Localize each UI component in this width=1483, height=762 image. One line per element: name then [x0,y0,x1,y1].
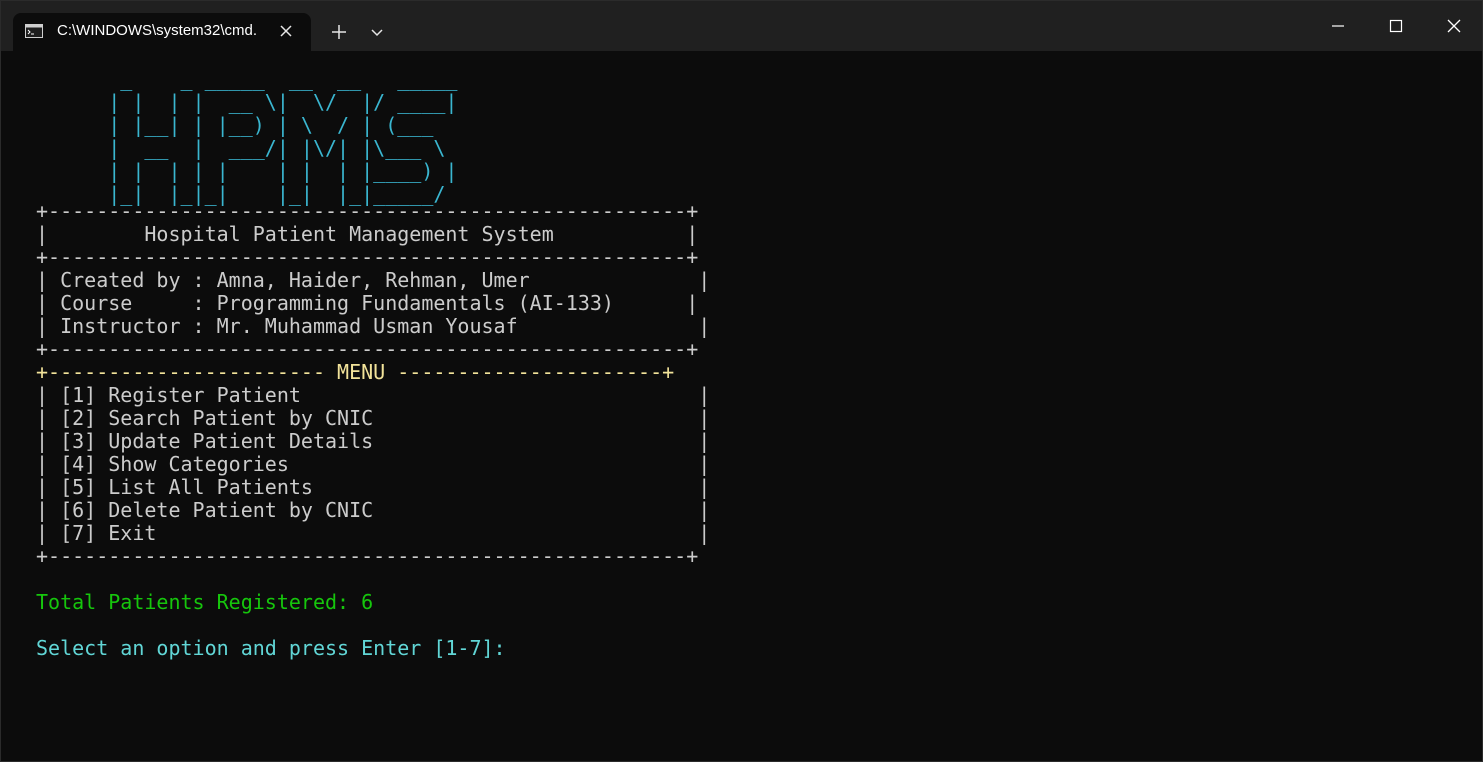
box-border-divider: +---------------------------------------… [36,245,699,269]
minimize-icon[interactable] [1309,1,1367,51]
logo-line: | | | | __ \| \/ |/ ____| [36,90,458,114]
terminal-window: C:\WINDOWS\system32\cmd. _ _ _____ __ __… [0,0,1483,762]
created-by-line: | Created by : Amna, Haider, Rehman, Ume… [36,268,711,292]
tab-cmd[interactable]: C:\WINDOWS\system32\cmd. [13,13,311,51]
close-icon[interactable] [277,22,295,40]
title-bar[interactable]: C:\WINDOWS\system32\cmd. [1,1,1482,51]
menu-item: | [2] Search Patient by CNIC | [36,406,711,430]
menu-item: | [3] Update Patient Details | [36,429,711,453]
menu-item: | [7] Exit | [36,521,711,545]
menu-item: | [6] Delete Patient by CNIC | [36,498,711,522]
chevron-down-icon[interactable] [361,17,393,47]
logo-line: | | | | | | | | |____) | [36,159,458,183]
total-patients-status: Total Patients Registered: 6 [36,590,374,614]
page-title: | Hospital Patient Management System | [36,222,699,246]
logo-line: | __ | ___/| |\/| |\___ \ [36,136,446,160]
tab-title: C:\WINDOWS\system32\cmd. [57,22,258,39]
box-border-bottom: +---------------------------------------… [36,544,699,568]
terminal-icon [25,24,43,38]
maximize-icon[interactable] [1367,1,1425,51]
instructor-line: | Instructor : Mr. Muhammad Usman Yousaf… [36,314,711,338]
box-border-divider: +---------------------------------------… [36,337,699,361]
menu-item: | [5] List All Patients | [36,475,711,499]
logo-line: | |__| | |__) | \ / | (___ [36,113,434,137]
course-line: | Course : Programming Fundamentals (AI-… [36,291,699,315]
close-icon[interactable] [1425,1,1483,51]
menu-header: +----------------------- MENU ----------… [36,360,675,384]
menu-item: | [1] Register Patient | [36,383,711,407]
menu-item: | [4] Show Categories | [36,452,711,476]
logo-line: _ _ _____ __ __ _____ [36,67,458,91]
plus-icon[interactable] [323,17,355,47]
terminal-output[interactable]: _ _ _____ __ __ _____ | | | | __ \| \/ |… [1,51,1482,761]
box-border-top: +---------------------------------------… [36,199,699,223]
input-prompt[interactable]: Select an option and press Enter [1-7]: [36,637,506,660]
